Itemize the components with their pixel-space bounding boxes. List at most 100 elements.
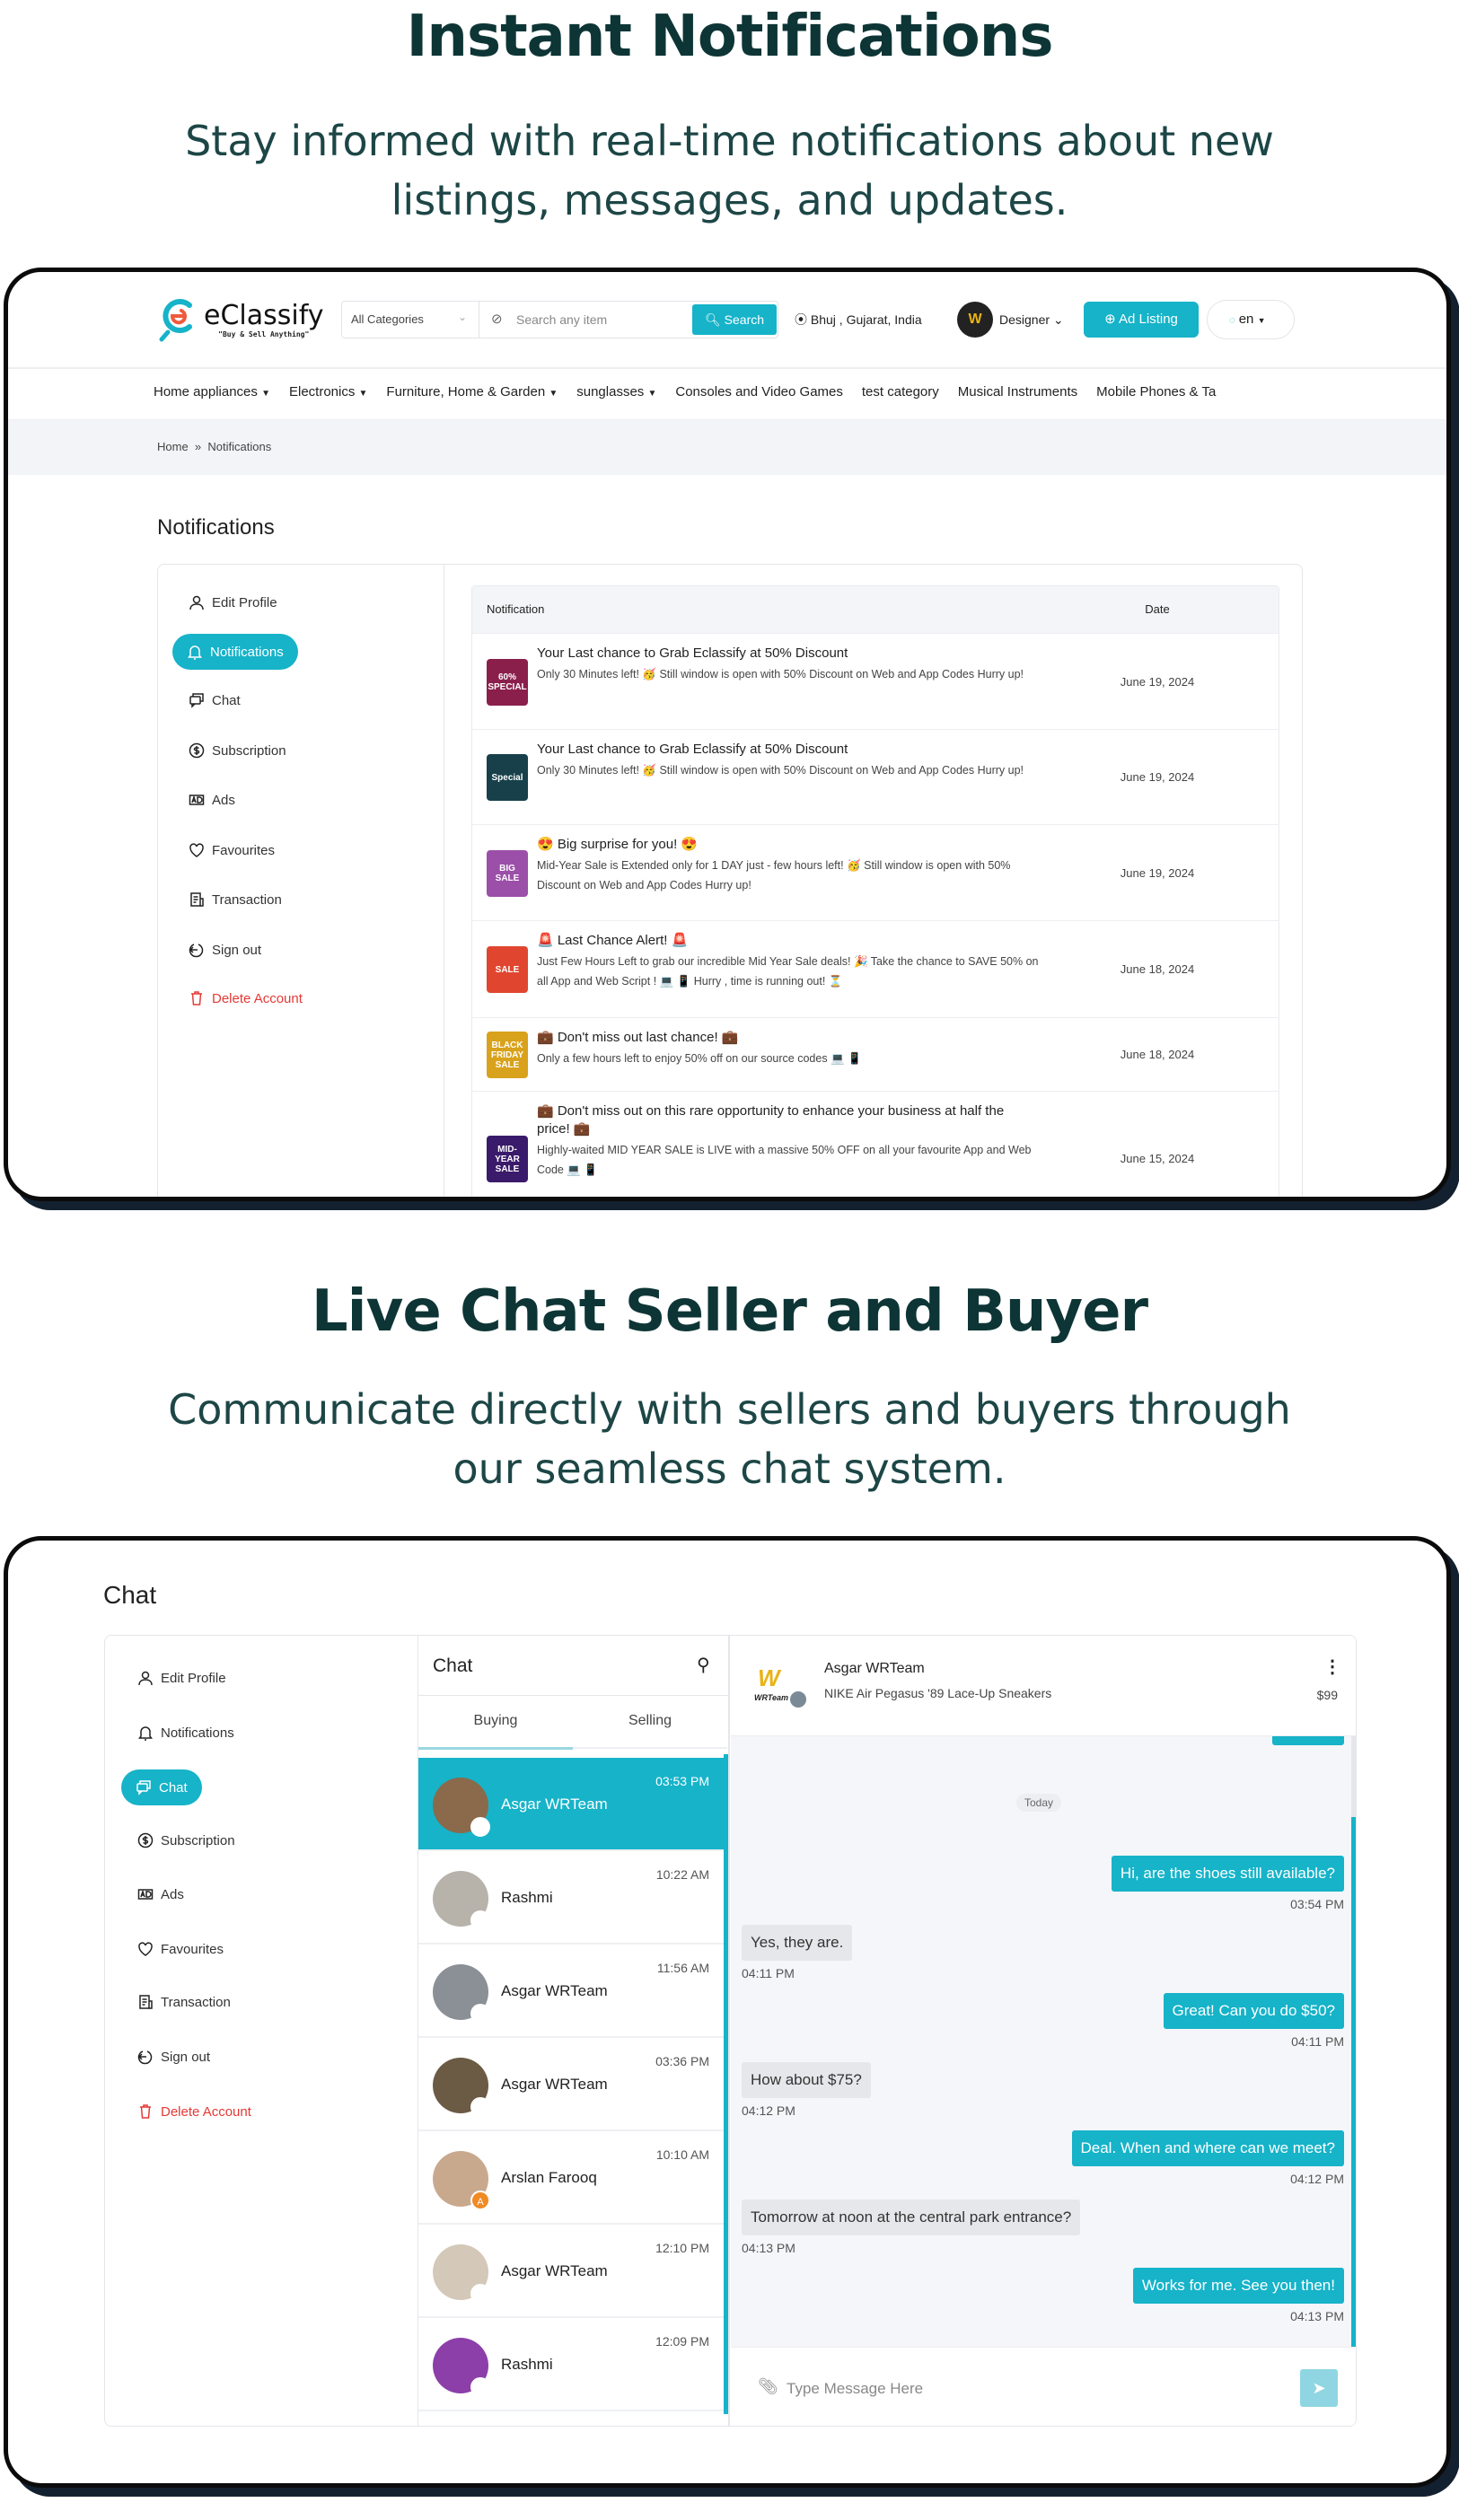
notification-title: 💼 Don't miss out last chance! 💼: [537, 1030, 739, 1045]
table-row[interactable]: BIG SALE 😍 Big surprise for you! 😍 Mid-Y…: [472, 824, 1279, 920]
message-bubble: Tomorrow at noon at the central park ent…: [742, 2199, 1081, 2235]
breadcrumb-home[interactable]: Home: [157, 440, 189, 453]
notification-date: June 18, 2024: [1120, 962, 1195, 976]
sidebar-item-label: Chat: [212, 692, 241, 708]
sidebar-item-delete-account[interactable]: Delete Account: [189, 990, 303, 1006]
sidebar-item-subscription[interactable]: Subscription: [189, 742, 286, 759]
message-time: 04:12 PM: [1290, 2172, 1344, 2186]
sidebar-item-ads[interactable]: Ads: [137, 1886, 184, 1902]
nav-item[interactable]: Consoles and Video Games: [675, 384, 843, 400]
receipt-icon: [190, 892, 204, 907]
block-user-icon[interactable]: ⚲: [697, 1654, 710, 1676]
conversation-item[interactable]: Asgar WRTeam 12:10 PM: [418, 2225, 727, 2318]
notifications-screenshot-card: eClassify "Buy & Sell Anything" All Cate…: [4, 268, 1451, 1201]
nav-item[interactable]: Electronics ▼: [289, 384, 367, 400]
sidebar-item-label: Edit Profile: [212, 594, 277, 610]
table-row[interactable]: Special Your Last chance to Grab Eclassi…: [472, 729, 1279, 824]
conversation-time: 10:22 AM: [655, 1867, 709, 1882]
nav-item[interactable]: Home appliances ▼: [154, 384, 270, 400]
conversation-item[interactable]: Rashmi 12:09 PM: [418, 2318, 727, 2411]
conversation: W WRTeam Asgar WRTeam NIKE Air Pegasus '…: [731, 1636, 1356, 2426]
logo[interactable]: eClassify "Buy & Sell Anything": [159, 296, 324, 343]
tab-buying[interactable]: Buying: [418, 1713, 573, 1729]
seller-badge: [470, 2097, 490, 2117]
sidebar-item-chat[interactable]: Chat: [189, 692, 241, 708]
ad-listing-button[interactable]: ⊕ Ad Listing: [1084, 302, 1199, 338]
conversation-time: 12:09 PM: [655, 2334, 709, 2349]
sidebar-item-sign-out[interactable]: Sign out: [189, 942, 261, 958]
nav-item[interactable]: Mobile Phones & Ta: [1096, 384, 1216, 400]
sidebar-item-favourites[interactable]: Favourites: [189, 842, 275, 858]
sidebar-item-notifications[interactable]: Notifications: [137, 1725, 234, 1741]
conversation-time: 03:36 PM: [655, 2054, 709, 2068]
page-title: Notifications: [157, 515, 275, 540]
sidebar-item-notifications[interactable]: Notifications: [172, 634, 298, 670]
sidebar-item-subscription[interactable]: Subscription: [137, 1832, 235, 1848]
notification-thumbnail: 60% SPECIAL: [487, 658, 528, 706]
sidebar-item-delete-account[interactable]: Delete Account: [137, 2103, 251, 2120]
conversation-item[interactable]: Asgar WRTeam 11:56 AM: [418, 1945, 727, 2038]
conversation-header: W WRTeam Asgar WRTeam NIKE Air Pegasus '…: [731, 1636, 1356, 1736]
paperclip-icon[interactable]: 📎︎: [758, 2377, 778, 2396]
conversation-item[interactable]: Asgar WRTeam 03:53 PM: [418, 1758, 727, 1851]
search-button[interactable]: 🔍︎ Search: [692, 304, 777, 335]
language-select[interactable]: ◌ en ▼: [1207, 300, 1295, 339]
sidebar-item-ads[interactable]: Ads: [189, 792, 235, 808]
category-select[interactable]: All Categories: [351, 312, 424, 326]
sidebar-item-chat[interactable]: Chat: [121, 1769, 202, 1805]
avatar[interactable]: W: [957, 302, 993, 338]
nav-item[interactable]: Furniture, Home & Garden ▼: [386, 384, 558, 400]
sidebar-item-sign-out[interactable]: Sign out: [137, 2049, 210, 2065]
more-options-icon[interactable]: ⋮: [1323, 1655, 1341, 1678]
caret-down-icon: ▼: [549, 389, 558, 399]
sidebar-item-favourites[interactable]: Favourites: [137, 1941, 224, 1957]
table-row[interactable]: MID-YEAR SALE 💼 Don't miss out on this r…: [472, 1091, 1279, 1197]
active-tab-indicator: [418, 1747, 573, 1750]
sidebar-item-label: Transaction: [161, 1994, 231, 2010]
notification-body: Only 30 Minutes left! 🥳 Still window is …: [537, 764, 1024, 777]
location[interactable]: ⦿ Bhuj , Gujarat, India: [795, 311, 922, 329]
section-subtitle-1: Stay informed with real-time notificatio…: [185, 117, 1274, 224]
table-row[interactable]: 60% SPECIAL Your Last chance to Grab Ecl…: [472, 633, 1279, 729]
user-name: Designer: [999, 312, 1050, 327]
seller-logo: W: [758, 1664, 780, 1691]
ads-icon: [189, 795, 205, 805]
sidebar-item-label: Notifications: [210, 644, 284, 660]
seller-badge: [470, 1910, 490, 1930]
message-input[interactable]: Type Message Here: [787, 2380, 923, 2398]
nav-item[interactable]: sunglasses ▼: [576, 384, 656, 400]
send-button[interactable]: ➤: [1300, 2369, 1338, 2407]
notification-title: 😍 Big surprise for you! 😍: [537, 837, 699, 852]
nav-item[interactable]: Musical Instruments: [958, 384, 1077, 400]
item-price: $99: [1316, 1688, 1338, 1702]
message-bubble: How about $75?: [742, 2061, 871, 2098]
conversation-name: Arslan Farooq: [501, 2169, 597, 2186]
notification-body: Highly-waited MID YEAR SALE is LIVE with…: [537, 1144, 1032, 1176]
caret-down-icon: ▼: [261, 389, 270, 399]
scrollbar[interactable]: [724, 1754, 728, 2414]
conversation-item[interactable]: Asgar WRTeam 03:36 PM: [418, 2038, 727, 2131]
user-menu[interactable]: Designer ⌄: [999, 312, 1064, 328]
tab-selling[interactable]: Selling: [573, 1713, 727, 1729]
card1-inner: eClassify "Buy & Sell Anything" All Cate…: [8, 272, 1446, 1197]
sidebar-item-transaction[interactable]: Transaction: [189, 891, 282, 908]
sidebar-item-edit-profile[interactable]: Edit Profile: [189, 594, 277, 610]
search-input[interactable]: Search any item: [516, 312, 607, 327]
table-row[interactable]: BLACK FRIDAY SALE 💼 Don't miss out last …: [472, 1017, 1279, 1091]
sidebar-item-transaction[interactable]: Transaction: [137, 1994, 231, 2010]
sidebar-item-label: Favourites: [161, 1941, 224, 1957]
section-title-chat: Live Chat Seller and Buyer: [311, 1278, 1148, 1345]
sidebar-item-edit-profile[interactable]: Edit Profile: [137, 1670, 226, 1686]
caret-down-icon: ▼: [358, 389, 368, 399]
conversation-item[interactable]: A Arslan Farooq 10:10 AM: [418, 2131, 727, 2225]
user-icon: [138, 1671, 153, 1686]
nav-item[interactable]: test category: [862, 384, 939, 400]
message-bubble: Yes, they are.: [742, 1924, 853, 1961]
caret-down-icon: ▼: [1257, 316, 1266, 325]
seller-badge: [470, 2004, 490, 2024]
scrollbar[interactable]: [1351, 1817, 1356, 2347]
notification-date: June 19, 2024: [1120, 865, 1195, 880]
conversation-item[interactable]: Rashmi 10:22 AM: [418, 1851, 727, 1945]
seller-logo-text: WRTeam: [754, 1693, 789, 1702]
table-row[interactable]: SALE 🚨 Last Chance Alert! 🚨 Just Few Hou…: [472, 920, 1279, 1017]
